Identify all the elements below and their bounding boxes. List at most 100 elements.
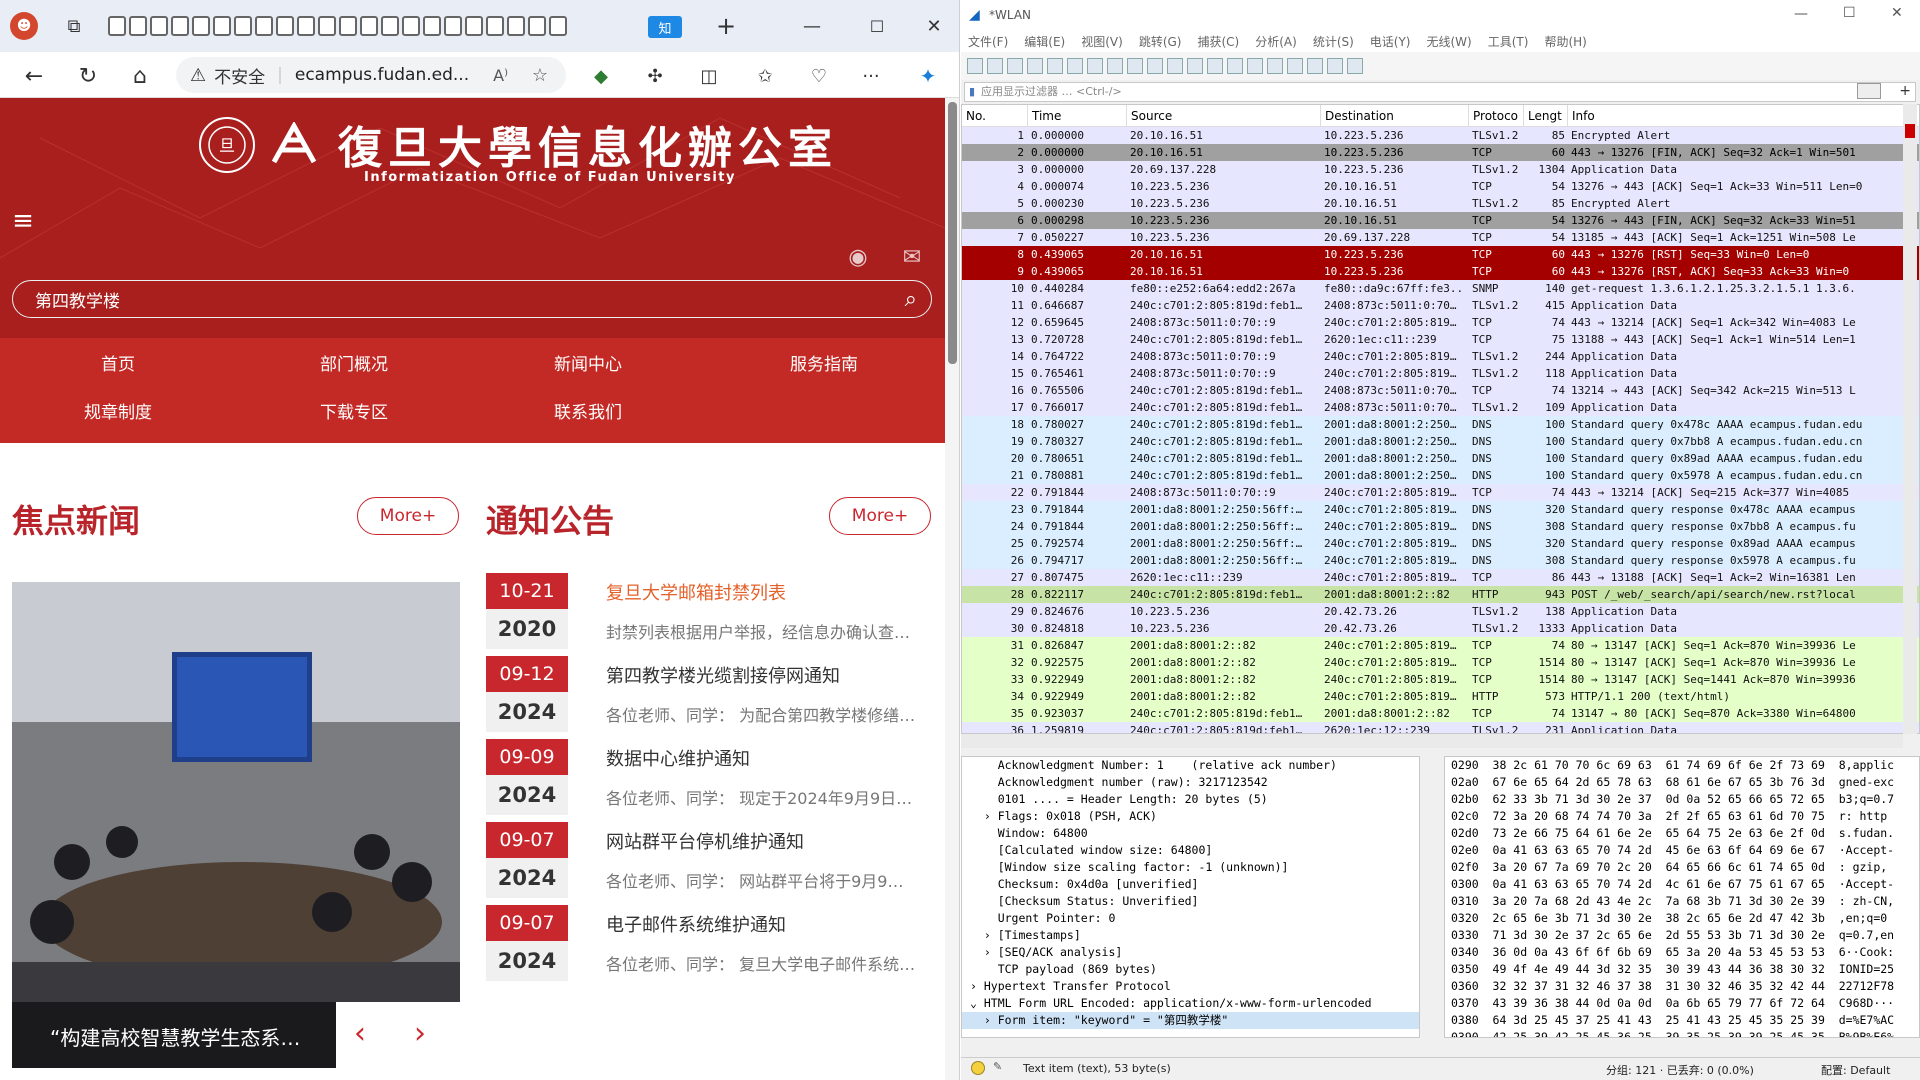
detail-line[interactable]: Acknowledgment Number: 1 (relative ack n… (962, 757, 1419, 774)
autoscroll-icon[interactable] (1247, 58, 1263, 74)
tab-favicon[interactable] (171, 16, 189, 36)
save-file-icon[interactable] (1067, 58, 1083, 74)
column-header[interactable]: Source (1127, 105, 1321, 126)
detail-line[interactable]: TCP payload (869 bytes) (962, 961, 1419, 978)
packet-list[interactable]: No. Time Source Destination Protoco Lengt Info… (961, 104, 1920, 734)
menu-item[interactable]: 无线(W) (1427, 33, 1472, 50)
packet-row[interactable]: 2 0.000000 20.10.16.51 10.223.5.236 TCP 60 443… (962, 144, 1919, 161)
go-forward-icon[interactable] (1167, 58, 1183, 74)
tab-favicon[interactable] (255, 16, 273, 36)
detail-line[interactable]: Urgent Pointer: 0 (962, 910, 1419, 927)
nav-downloads[interactable]: 下载专区 (274, 398, 434, 423)
tab-favicon[interactable] (276, 16, 294, 36)
packet-row[interactable]: 30 0.824818 10.223.5.236 20.42.73.26 TLSv1.2… (962, 620, 1919, 637)
menu-item[interactable]: 统计(S) (1313, 33, 1354, 50)
bookmark-icon[interactable]: ▮ (969, 83, 975, 101)
packet-details-pane[interactable]: Acknowledgment Number: 1 (relative ack n… (961, 756, 1420, 1038)
packet-row[interactable]: 1 0.000000 20.10.16.51 10.223.5.236 TLSv1.2 8… (962, 127, 1919, 144)
menu-item[interactable]: 工具(T) (1488, 33, 1529, 50)
minimize-icon[interactable]: — (1794, 6, 1808, 22)
tab-favicon[interactable] (486, 16, 504, 36)
close-icon[interactable]: ✕ (1891, 5, 1903, 21)
column-header[interactable]: Time (1028, 105, 1127, 126)
packet-row[interactable]: 21 0.780881 240c:c701:2:805:819d:feb1… 2001… (962, 467, 1919, 484)
detail-line[interactable]: Checksum: 0x4d0a [unverified] (962, 876, 1419, 893)
notice-more-button[interactable]: More+ (829, 497, 931, 535)
tab-favicon[interactable] (381, 16, 399, 36)
new-tab-button[interactable]: + (712, 12, 740, 40)
favorites-icon[interactable]: ✩ (752, 63, 778, 89)
packet-row[interactable]: 17 0.766017 240c:c701:2:805:819d:feb1… 2408… (962, 399, 1919, 416)
office-logo[interactable]: 旦 復旦大學信息化辦公室 Informatization Office of F… (198, 112, 832, 185)
back-icon[interactable]: ← (20, 62, 48, 90)
tab-favicon[interactable] (507, 16, 525, 36)
column-header[interactable]: Info (1568, 105, 1908, 126)
tab-favicon[interactable] (213, 16, 231, 36)
packet-row[interactable]: 29 0.824676 10.223.5.236 20.42.73.26 TLSv1.2… (962, 603, 1919, 620)
tab-favicon[interactable] (402, 16, 420, 36)
nav-department[interactable]: 部门概况 (274, 350, 434, 375)
scroll-thumb[interactable] (948, 102, 957, 364)
search-icon[interactable]: ⌕ (905, 287, 917, 312)
packet-row[interactable]: 7 0.050227 10.223.5.236 20.69.137.228 TCP 54 1… (962, 229, 1919, 246)
packet-row[interactable]: 12 0.659645 2408:873c:5011:0:70::9 240c:c70… (962, 314, 1919, 331)
packet-row[interactable]: 27 0.807475 2620:1ec:c11::239 240c:c701:2:8… (962, 569, 1919, 586)
maximize-icon[interactable]: ☐ (1843, 5, 1856, 21)
last-packet-icon[interactable] (1227, 58, 1243, 74)
find-packet-icon[interactable] (1127, 58, 1143, 74)
notice-title-link[interactable]: 电子邮件系统维护通知 (606, 911, 786, 937)
read-aloud-icon[interactable]: A⁾ (493, 66, 508, 85)
more-menu-icon[interactable]: ··· (858, 63, 884, 89)
menu-item[interactable]: 分析(A) (1255, 33, 1297, 50)
copilot-icon[interactable]: ✦ (912, 60, 944, 92)
expert-info-icon[interactable] (971, 1061, 985, 1075)
next-arrow-icon[interactable]: › (414, 1016, 426, 1051)
packet-row[interactable]: 32 0.922575 2001:da8:8001:2::82 240c:c701:2… (962, 654, 1919, 671)
home-icon[interactable]: ⌂ (126, 62, 154, 90)
extensions-puzzle-icon[interactable]: ✣ (642, 63, 668, 89)
close-file-icon[interactable] (1087, 58, 1103, 74)
packet-row[interactable]: 4 0.000074 10.223.5.236 20.10.16.51 TCP 54 132… (962, 178, 1919, 195)
packet-row[interactable]: 22 0.791844 2408:873c:5011:0:70::9 240c:c70… (962, 484, 1919, 501)
menu-item[interactable]: 跳转(G) (1139, 33, 1182, 50)
detail-line[interactable]: › [Timestamps] (962, 927, 1419, 944)
packet-row[interactable]: 31 0.826847 2001:da8:8001:2::82 240c:c701:2… (962, 637, 1919, 654)
zhihu-tab-icon[interactable]: 知 (648, 16, 682, 38)
display-filter-input[interactable]: 应用显示过滤器 … <Ctrl-/> ▮ + (964, 82, 1916, 102)
packet-row[interactable]: 6 0.000298 10.223.5.236 20.10.16.51 TCP 54 132… (962, 212, 1919, 229)
packet-row[interactable]: 5 0.000230 10.223.5.236 20.10.16.51 TLSv1.2 8… (962, 195, 1919, 212)
tab-favicon[interactable] (465, 16, 483, 36)
wechat-icon[interactable]: ✉ (896, 242, 928, 272)
menu-item[interactable]: 编辑(E) (1024, 33, 1065, 50)
open-file-icon[interactable] (1047, 58, 1063, 74)
column-header[interactable]: No. (962, 105, 1028, 126)
column-header[interactable]: Lengt (1524, 105, 1568, 126)
profile-avatar[interactable]: ☻ (10, 12, 38, 40)
tab-favicon[interactable] (423, 16, 441, 36)
packet-row[interactable]: 25 0.792574 2001:da8:8001:2:250:56ff:… 240c… (962, 535, 1919, 552)
menu-item[interactable]: 视图(V) (1081, 33, 1123, 50)
tab-favicon[interactable] (360, 16, 378, 36)
colorize-icon[interactable] (1267, 58, 1283, 74)
detail-line[interactable]: [Calculated window size: 64800] (962, 842, 1419, 859)
detail-line[interactable]: [Window size scaling factor: -1 (unknown… (962, 859, 1419, 876)
tab-favicons[interactable] (108, 16, 648, 38)
detail-line[interactable]: Acknowledgment number (raw): 3217123542 (962, 774, 1419, 791)
nav-news[interactable]: 新闻中心 (508, 350, 668, 375)
extension-icon[interactable]: ◆ (588, 63, 614, 89)
packet-row[interactable]: 14 0.764722 2408:873c:5011:0:70::9 240c:c70… (962, 348, 1919, 365)
normal-size-icon[interactable] (1327, 58, 1343, 74)
first-packet-icon[interactable] (1207, 58, 1223, 74)
packet-row[interactable]: 26 0.794717 2001:da8:8001:2:250:56ff:… 240c… (962, 552, 1919, 569)
packet-row[interactable]: 36 1.259819 240c:c701:2:805:819d:feb1… 2620… (962, 722, 1919, 733)
detail-line[interactable]: › [SEQ/ACK analysis] (962, 944, 1419, 961)
tab-favicon[interactable] (297, 16, 315, 36)
tab-favicon[interactable] (549, 16, 567, 36)
weibo-icon[interactable]: ◉ (842, 242, 874, 272)
tab-favicon[interactable] (528, 16, 546, 36)
packet-row[interactable]: 28 0.822117 240c:c701:2:805:819d:feb1… 2001… (962, 586, 1919, 603)
packet-row[interactable]: 24 0.791844 2001:da8:8001:2:250:56ff:… 240c… (962, 518, 1919, 535)
tab-favicon[interactable] (234, 16, 252, 36)
close-icon[interactable]: ✕ (922, 14, 946, 38)
focus-more-button[interactable]: More+ (357, 497, 459, 535)
